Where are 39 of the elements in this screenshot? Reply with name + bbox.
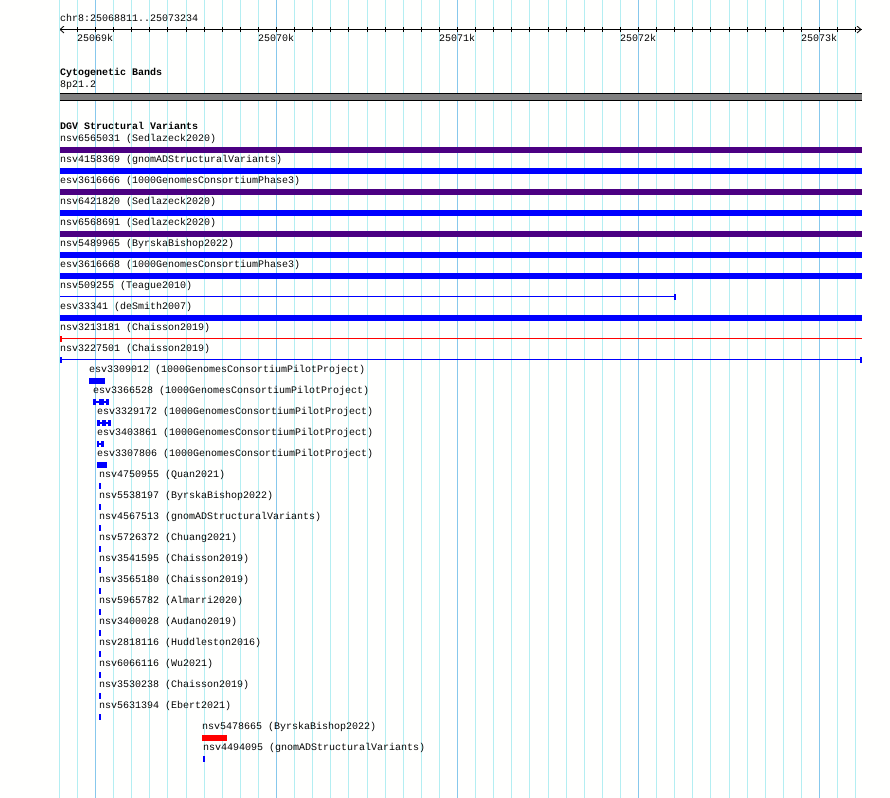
feature-label: esv3616668 (1000GenomesConsortiumPhase3) xyxy=(60,260,300,272)
feature-label: nsv3530238 (Chaisson2019) xyxy=(99,680,250,692)
feature-label: nsv2818116 (Huddleston2016) xyxy=(99,638,262,650)
tick-label: 25073k xyxy=(801,34,838,46)
track-title: DGV Structural Variants xyxy=(60,122,198,134)
feature-label: esv3616666 (1000GenomesConsortiumPhase3) xyxy=(60,176,300,188)
feature-label: nsv3541595 (Chaisson2019) xyxy=(99,554,250,566)
feature-label: esv3403861 (1000GenomesConsortiumPilotProject) xyxy=(97,428,374,440)
feature-label: esv3366528 (1000GenomesConsortiumPilotProject) xyxy=(93,386,370,398)
feature-label: nsv5631394 (Ebert2021) xyxy=(99,701,232,713)
feature-label: nsv3565180 (Chaisson2019) xyxy=(99,575,250,587)
feature-label: esv3329172 (1000GenomesConsortiumPilotProject) xyxy=(97,407,374,419)
feature-label: nsv3227501 (Chaisson2019) xyxy=(60,344,210,356)
feature-label: nsv5489965 (ByrskaBishop2022) xyxy=(60,239,234,251)
feature-label: nsv5726372 (Chuang2021) xyxy=(99,533,238,545)
location-label: chr8:25068811..25073234 xyxy=(60,14,198,26)
feature-label: nsv6066116 (Wu2021) xyxy=(99,659,214,671)
feature-label: nsv3213181 (Chaisson2019) xyxy=(60,323,210,335)
feature-label: nsv5538197 (ByrskaBishop2022) xyxy=(99,491,274,503)
feature-label: nsv509255 (Teague2010) xyxy=(60,281,192,293)
track-title: Cytogenetic Bands xyxy=(60,68,162,80)
tick-label: 25069k xyxy=(77,34,114,46)
feature-label: nsv6568691 (Sedlazeck2020) xyxy=(60,218,216,230)
feature-label: nsv5965782 (Almarri2020) xyxy=(99,596,244,608)
feature-label: nsv4494095 (gnomADStructuralVariants) xyxy=(203,743,426,755)
feature-label: 8p21.2 xyxy=(60,80,96,92)
tick-label: 25072k xyxy=(620,34,656,46)
feature-label: nsv4750955 (Quan2021) xyxy=(99,470,226,482)
tick-label: 25071k xyxy=(439,34,476,46)
feature-label: nsv6565031 (Sedlazeck2020) xyxy=(60,134,216,146)
feature-label: nsv4158369 (gnomADStructuralVariants) xyxy=(60,155,282,167)
feature-label: esv3309012 (1000GenomesConsortiumPilotProject) xyxy=(89,365,366,377)
feature-label: esv3307806 (1000GenomesConsortiumPilotProject) xyxy=(97,449,374,461)
feature-label: nsv4567513 (gnomADStructuralVariants) xyxy=(99,512,322,524)
feature-label: esv33341 (deSmith2007) xyxy=(60,302,192,314)
feature-label: nsv6421820 (Sedlazeck2020) xyxy=(60,197,216,209)
feature-label: nsv5478665 (ByrskaBishop2022) xyxy=(202,722,376,734)
tick-label: 25070k xyxy=(258,34,294,46)
feature-label: nsv3400028 (Audano2019) xyxy=(99,617,238,629)
